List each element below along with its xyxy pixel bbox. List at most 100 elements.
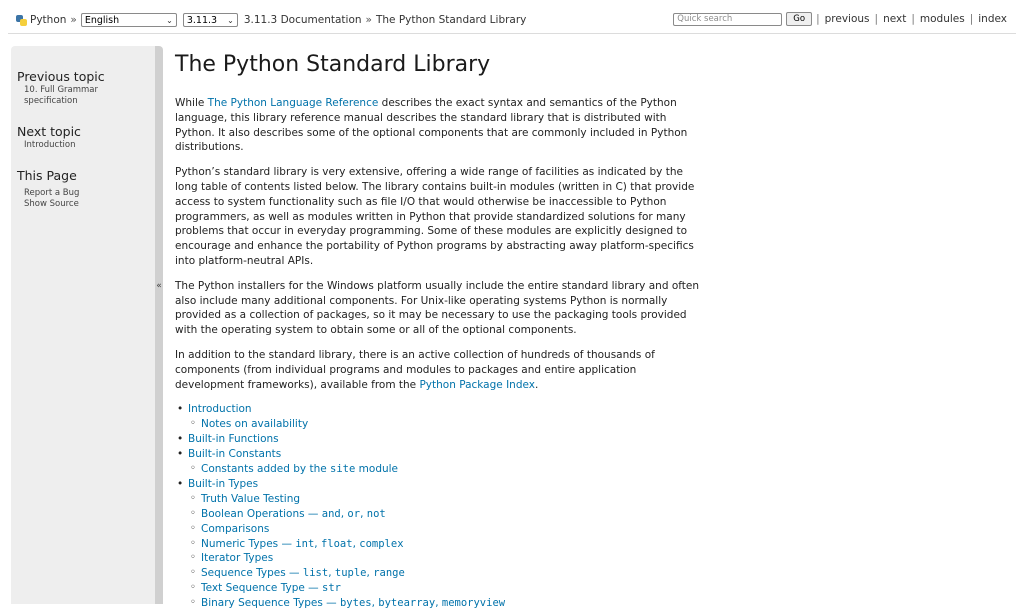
top-nav-bar: Python » English ⌄ 3.11.3 ⌄ 3.11.3 Docum… xyxy=(8,6,1016,34)
chevron-down-icon: ⌄ xyxy=(166,15,173,25)
table-of-contents: Introduction Notes on availability Built… xyxy=(175,402,705,611)
documentation-link[interactable]: 3.11.3 Documentation xyxy=(244,14,362,26)
chevron-down-icon: ⌄ xyxy=(227,15,234,25)
show-source-link[interactable]: Show Source xyxy=(24,199,79,210)
list-item: Text Sequence Type — str xyxy=(188,581,705,596)
list-item: Comparisons xyxy=(188,522,705,537)
text: , xyxy=(360,507,367,520)
toc-link-iterator-types[interactable]: Iterator Types xyxy=(201,552,273,564)
text: In addition to the standard library, the… xyxy=(175,348,655,391)
nav-separator: | xyxy=(911,13,915,25)
text: . xyxy=(534,378,539,391)
python-logo-icon xyxy=(16,14,27,26)
list-item: Truth Value Testing xyxy=(188,492,705,507)
toc-link-text-sequence[interactable]: Text Sequence Type — str xyxy=(201,582,341,594)
code: list xyxy=(302,567,329,580)
code: memoryview xyxy=(441,597,506,610)
text: , xyxy=(435,597,442,610)
next-topic-link[interactable]: Introduction xyxy=(24,140,75,151)
text: , xyxy=(328,567,335,580)
code: not xyxy=(366,507,386,520)
package-index-link[interactable]: Python Package Index xyxy=(419,379,535,391)
toc-link-introduction[interactable]: Introduction xyxy=(188,403,252,415)
text: module xyxy=(355,462,399,475)
main-content: The Python Standard Library While The Py… xyxy=(175,50,705,611)
code: complex xyxy=(359,537,404,550)
text: Sequence Types — xyxy=(201,567,303,580)
search-and-nav: Quick search Go | previous | next | modu… xyxy=(673,12,1007,26)
report-bug-link[interactable]: Report a Bug xyxy=(24,188,79,199)
previous-topic-link-line2: specification xyxy=(24,96,78,106)
toc-link-binary-sequence[interactable]: Binary Sequence Types — bytes, bytearray… xyxy=(201,597,505,609)
previous-link[interactable]: previous xyxy=(825,13,870,25)
python-home-link[interactable]: Python xyxy=(30,14,66,26)
list-item: Built-in Types Truth Value Testing Boole… xyxy=(175,477,705,611)
toc-link-sequence-types[interactable]: Sequence Types — list, tuple, range xyxy=(201,567,405,579)
sidebar: Previous topic 10. Full Grammar specific… xyxy=(11,46,155,604)
toc-link-builtin-functions[interactable]: Built-in Functions xyxy=(188,433,279,445)
collapse-chevron-icon: « xyxy=(156,281,162,291)
code: float xyxy=(320,537,353,550)
breadcrumb: Python » English ⌄ 3.11.3 ⌄ 3.11.3 Docum… xyxy=(16,13,526,27)
code: bytearray xyxy=(378,597,436,610)
nav-separator: | xyxy=(969,13,974,25)
intro-paragraph: While The Python Language Reference desc… xyxy=(175,96,705,155)
text: , xyxy=(314,537,321,550)
breadcrumb-separator: » xyxy=(70,14,77,26)
text: Constants added by the xyxy=(201,462,331,475)
next-topic-heading: Next topic xyxy=(17,124,81,139)
sidebar-collapse-button[interactable]: « xyxy=(155,46,163,604)
version-select[interactable]: 3.11.3 ⌄ xyxy=(182,13,238,27)
toc-link-constants-site[interactable]: Constants added by the site module xyxy=(201,463,398,475)
text: While xyxy=(175,97,208,109)
nav-separator: | xyxy=(874,13,879,25)
current-page-link[interactable]: The Python Standard Library xyxy=(376,14,526,26)
code: tuple xyxy=(334,567,367,580)
previous-topic-link[interactable]: 10. Full Grammar specification xyxy=(24,85,98,107)
go-button[interactable]: Go xyxy=(786,12,813,26)
previous-topic-link-line1: 10. Full Grammar xyxy=(24,85,99,95)
code: site xyxy=(330,462,356,475)
code: or xyxy=(347,507,361,520)
search-input[interactable]: Quick search xyxy=(673,12,783,26)
stdlib-paragraph: Python’s standard library is very extens… xyxy=(175,166,695,267)
package-index-paragraph: In addition to the standard library, the… xyxy=(175,348,705,392)
installers-paragraph: The Python installers for the Windows pl… xyxy=(175,279,699,337)
toc-link-notes-availability[interactable]: Notes on availability xyxy=(201,418,308,430)
code: bytes xyxy=(339,597,372,610)
page-title: The Python Standard Library xyxy=(175,52,491,77)
version-select-value: 3.11.3 xyxy=(186,14,218,26)
index-link[interactable]: index xyxy=(978,13,1007,25)
code: range xyxy=(373,567,405,580)
code: str xyxy=(322,582,341,595)
list-item: Built-in Functions xyxy=(175,432,705,447)
list-item: Numeric Types — int, float, complex xyxy=(188,537,705,552)
toc-link-boolean-ops[interactable]: Boolean Operations — and, or, not xyxy=(201,508,386,520)
code: int xyxy=(295,537,315,550)
list-item: Iterator Types xyxy=(188,551,705,566)
list-item: Introduction Notes on availability xyxy=(175,402,705,432)
toc-link-comparisons[interactable]: Comparisons xyxy=(201,523,269,535)
this-page-heading: This Page xyxy=(17,168,77,183)
list-item: Constants added by the site module xyxy=(188,462,705,477)
toc-link-builtin-constants[interactable]: Built-in Constants xyxy=(188,448,281,460)
next-link[interactable]: next xyxy=(883,13,906,25)
previous-topic-heading: Previous topic xyxy=(17,69,105,84)
list-item: Boolean Operations — and, or, not xyxy=(188,507,705,522)
list-item: Sequence Types — list, tuple, range xyxy=(188,566,705,581)
nav-separator: | xyxy=(816,13,820,25)
text: Numeric Types — xyxy=(201,537,296,550)
toc-link-numeric-types[interactable]: Numeric Types — int, float, complex xyxy=(201,538,404,550)
toc-link-builtin-types[interactable]: Built-in Types xyxy=(188,478,258,490)
language-select[interactable]: English ⌄ xyxy=(80,13,177,27)
list-item: Notes on availability xyxy=(188,417,705,432)
modules-link[interactable]: modules xyxy=(920,13,965,25)
language-reference-link[interactable]: The Python Language Reference xyxy=(208,97,379,109)
text: Boolean Operations — xyxy=(201,507,322,520)
text: Text Sequence Type — xyxy=(201,582,322,595)
toc-link-truth-value[interactable]: Truth Value Testing xyxy=(201,493,300,505)
text: Binary Sequence Types — xyxy=(201,597,340,610)
list-item: Built-in Constants Constants added by th… xyxy=(175,447,705,477)
breadcrumb-separator: » xyxy=(365,14,372,26)
language-select-value: English xyxy=(84,14,120,26)
